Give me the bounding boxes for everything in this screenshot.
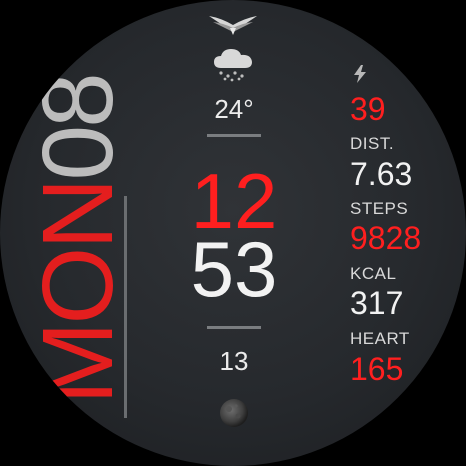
- battery-bolt-icon: [354, 65, 366, 83]
- dist-label: DIST.: [350, 134, 395, 153]
- kcal-label: KCAL: [350, 264, 397, 283]
- cloud-snow-icon: [214, 49, 252, 82]
- minute-display: 53: [190, 225, 278, 313]
- seconds-divider: [207, 326, 261, 329]
- temp-divider: [207, 134, 261, 137]
- day-of-week: MON: [22, 180, 134, 405]
- battery-value: 39: [350, 91, 386, 127]
- date-divider: [124, 196, 127, 418]
- day-of-month: 08: [22, 75, 134, 181]
- moon-phase-icon: [220, 399, 248, 427]
- heart-label: HEART: [350, 329, 410, 348]
- steps-value: 9828: [350, 220, 422, 256]
- date-display: MON08: [22, 60, 134, 420]
- steps-label: STEPS: [350, 199, 409, 218]
- wings-logo-icon: [209, 16, 257, 35]
- heart-value: 165: [350, 351, 404, 387]
- dist-value: 7.63: [350, 156, 413, 192]
- temperature: 24°: [214, 94, 254, 124]
- kcal-value: 317: [350, 285, 404, 321]
- seconds-display: 13: [219, 346, 249, 376]
- watch-face: MON08 24° 12 53 13 39 DIST. 7.63 STEPS 9…: [0, 0, 466, 466]
